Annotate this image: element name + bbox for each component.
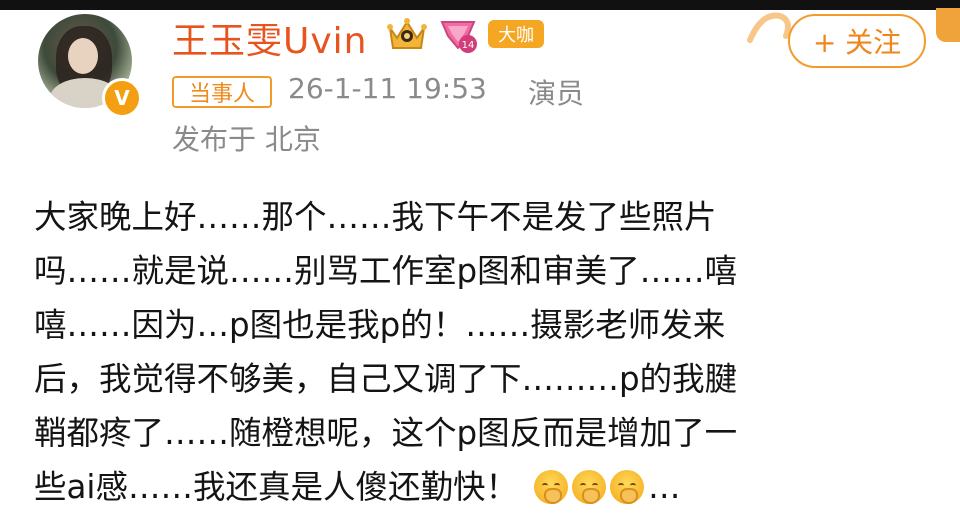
post-location: 发布于 北京 (172, 123, 321, 156)
level-icon[interactable]: 14 (436, 16, 480, 54)
post-line: 嘻……因为…p图也是我p的！……摄影老师发来 (34, 306, 726, 344)
status-badge: 当事人 (172, 76, 272, 108)
follow-button[interactable]: + 关注 (788, 14, 926, 68)
status-bar (0, 0, 960, 10)
emoji-group (533, 468, 648, 506)
corner-decoration (936, 8, 960, 42)
post-last-line: 些ai感……我还真是人傻还勤快！ … (34, 460, 914, 514)
emoji-icon (533, 470, 568, 504)
avatar-face (68, 38, 98, 74)
post-body: 大家晚上好……那个……我下午不是发了些照片 吗……就是说……别骂工作室p图和审美… (34, 190, 914, 514)
post-timestamp: 26-1-11 19:53 (288, 72, 487, 105)
crown-icon[interactable] (386, 14, 428, 54)
trailing-ellipsis: … (647, 468, 681, 506)
post-line: 后，我觉得不够美，自己又调了下………p的我腱 (34, 360, 738, 398)
verified-icon: V (102, 78, 142, 118)
emoji-icon (571, 470, 606, 504)
author-role: 演员 (528, 77, 585, 110)
dakа-badge: 大咖 (488, 20, 544, 48)
post-line: 鞘都疼了……随橙想呢，这个p图反而是增加了一 (34, 414, 738, 452)
post-line: 些ai感……我还真是人傻还勤快！ (34, 468, 518, 506)
username[interactable]: 王玉雯Uvin (172, 12, 367, 64)
post-line: 大家晚上好……那个……我下午不是发了些照片 (34, 198, 717, 236)
post-line: 吗……就是说……别骂工作室p图和审美了……嘻 (34, 252, 738, 290)
svg-text:14: 14 (462, 40, 475, 51)
emoji-icon (609, 470, 644, 504)
